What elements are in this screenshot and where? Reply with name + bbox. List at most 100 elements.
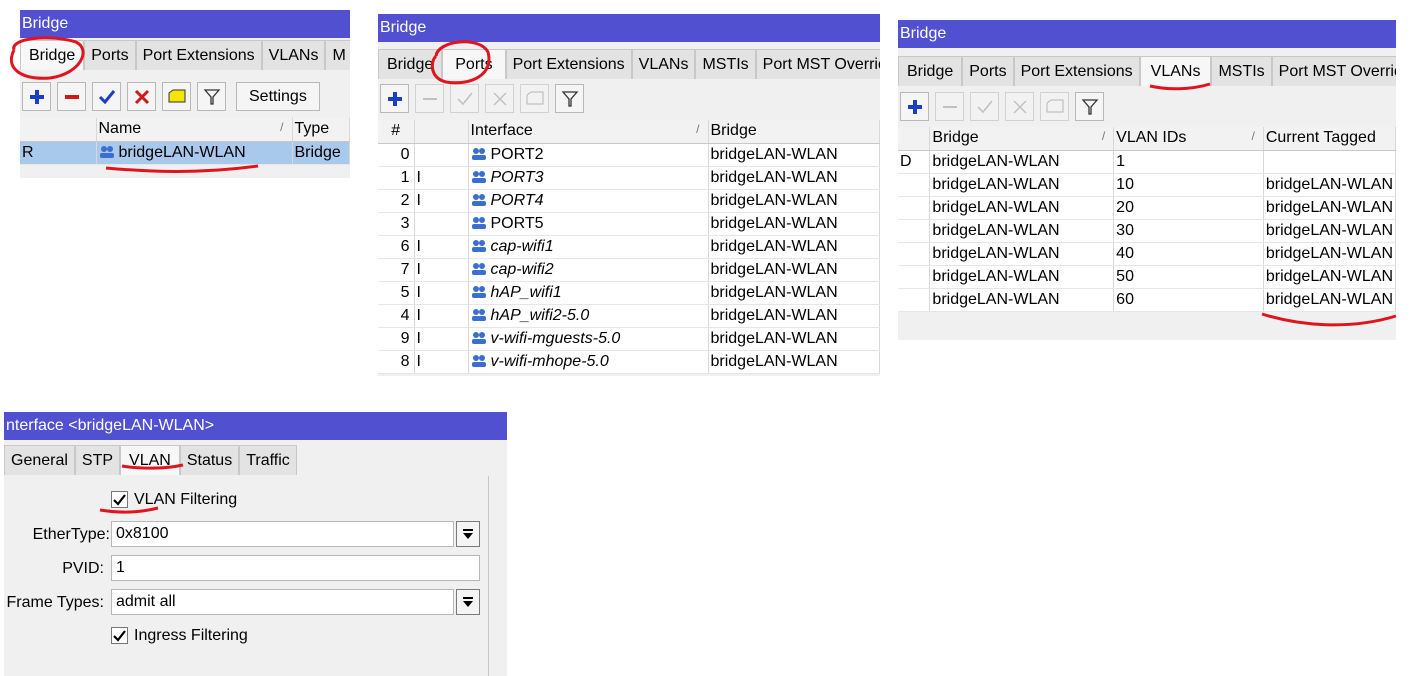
tab-port-mst-override[interactable]: Port MST Override <box>755 49 880 79</box>
settings-button[interactable]: Settings <box>236 82 320 111</box>
add-button[interactable] <box>380 84 409 113</box>
table-row[interactable]: 4 IhAP_wifi2-5.0 bridgeLAN-WLAN <box>378 304 880 328</box>
table-row[interactable]: bridgeLAN-WLAN 60 bridgeLAN-WLAN <box>898 288 1396 312</box>
tab-bridge[interactable]: Bridge <box>378 49 443 79</box>
table-row[interactable]: 9 Iv-wifi-mguests-5.0 bridgeLAN-WLAN <box>378 327 880 351</box>
comment-button[interactable] <box>1040 92 1069 121</box>
window-title: nterface <bridgeLAN-WLAN> <box>4 412 507 440</box>
comment-button[interactable] <box>162 82 191 111</box>
interface-icon <box>471 263 486 276</box>
add-button[interactable] <box>900 92 929 121</box>
row-interface: cap-wifi1 <box>468 235 709 259</box>
column-header-flags[interactable] <box>414 120 469 144</box>
tab-general[interactable]: General <box>4 445 75 475</box>
row-interface-name: hAP_wifi2-5.0 <box>490 306 590 324</box>
tab-status[interactable]: Status <box>179 445 240 475</box>
vlan-filtering-label: VLAN Filtering <box>134 491 238 508</box>
row-interface: v-wifi-mhope-5.0 <box>468 350 709 374</box>
row-interface: hAP_wifi2-5.0 <box>468 304 709 328</box>
tab-port-extensions[interactable]: Port Extensions <box>505 49 632 79</box>
tab-port-extensions[interactable]: Port Extensions <box>1013 56 1140 86</box>
column-header-name[interactable]: Name / <box>96 118 293 142</box>
remove-button[interactable] <box>57 82 86 111</box>
filter-button[interactable] <box>197 82 226 111</box>
tab-port-extensions[interactable]: Port Extensions <box>135 40 262 70</box>
disable-button[interactable] <box>127 82 156 111</box>
table-row[interactable]: 2 I PORT4 bridgeLAN-WLAN <box>378 189 880 213</box>
column-header-number[interactable]: # <box>378 120 415 144</box>
row-bridge: bridgeLAN-WLAN <box>929 288 1115 312</box>
ingress-filtering-checkbox[interactable] <box>111 627 128 644</box>
column-header-flags[interactable] <box>20 118 97 142</box>
row-bridge: bridgeLAN-WLAN <box>708 143 880 167</box>
ethertype-dropdown-button[interactable] <box>456 521 480 547</box>
ethertype-select[interactable]: 0x8100 <box>111 521 454 547</box>
add-button[interactable] <box>22 82 51 111</box>
column-header-bridge[interactable]: Bridge / <box>929 127 1115 151</box>
table-row[interactable]: bridgeLAN-WLAN 40 bridgeLAN-WLAN <box>898 242 1396 266</box>
tab-vlan[interactable]: VLAN <box>120 445 180 475</box>
interface-icon <box>471 286 486 299</box>
row-interface: v-wifi-mguests-5.0 <box>468 327 709 351</box>
tab-vlans[interactable]: VLANs <box>1139 56 1212 86</box>
tab-port-mst-override[interactable]: Port MST Overrid <box>1271 56 1396 86</box>
pvid-field[interactable]: 1 <box>111 555 480 581</box>
tab-ports[interactable]: Ports <box>962 56 1014 86</box>
tab-mstis[interactable]: MSTIs <box>1211 56 1272 86</box>
table-row[interactable]: bridgeLAN-WLAN 50 bridgeLAN-WLAN <box>898 265 1396 289</box>
row-flag <box>898 265 931 289</box>
row-interface-name: PORT4 <box>490 191 544 209</box>
vlan-filtering-checkbox[interactable] <box>111 491 128 508</box>
tab-mstis[interactable]: MSTIs <box>695 49 756 79</box>
table-row[interactable]: 3 PORT5 bridgeLAN-WLAN <box>378 212 880 236</box>
enable-button[interactable] <box>970 92 999 121</box>
table-row[interactable]: bridgeLAN-WLAN 20 bridgeLAN-WLAN <box>898 196 1396 220</box>
tab-more[interactable]: M <box>325 40 350 70</box>
column-header-flags[interactable] <box>898 127 931 151</box>
bridge-ports-window: Bridge Bridge Ports Port Extensions VLAN… <box>378 14 880 376</box>
column-header-bridge[interactable]: Bridge <box>708 120 880 144</box>
tab-vlans[interactable]: VLANs <box>631 49 696 79</box>
frame-types-dropdown-button[interactable] <box>456 589 480 615</box>
add-icon <box>387 91 402 106</box>
filter-button[interactable] <box>555 84 584 113</box>
checkbox-check-icon <box>113 630 126 642</box>
ports-table: # Interface / Bridge 0 PORT2 bridgeLAN-WLAN… <box>378 120 880 374</box>
table-row[interactable]: bridgeLAN-WLAN 10 bridgeLAN-WLAN <box>898 173 1396 197</box>
tab-ports[interactable]: Ports <box>442 49 506 79</box>
table-row[interactable]: DbridgeLAN-WLAN 1 <box>898 150 1396 174</box>
table-row[interactable]: 7 Icap-wifi2 bridgeLAN-WLAN <box>378 258 880 282</box>
enable-button[interactable] <box>450 84 479 113</box>
tab-vlans[interactable]: VLANs <box>261 40 326 70</box>
row-bridge: bridgeLAN-WLAN <box>708 327 880 351</box>
tab-bridge[interactable]: Bridge <box>898 56 963 86</box>
table-row[interactable]: R bridgeLAN-WLAN Bridge <box>20 141 350 165</box>
enable-button[interactable] <box>92 82 121 111</box>
table-header: Name / Type <box>20 118 350 142</box>
remove-button[interactable] <box>935 92 964 121</box>
table-row[interactable]: 6 Icap-wifi1 bridgeLAN-WLAN <box>378 235 880 259</box>
table-row[interactable]: 5 IhAP_wifi1 bridgeLAN-WLAN <box>378 281 880 305</box>
disable-button[interactable] <box>1005 92 1034 121</box>
tab-traffic[interactable]: Traffic <box>239 445 297 475</box>
tab-bridge[interactable]: Bridge <box>20 40 85 70</box>
tab-stp[interactable]: STP <box>74 445 121 475</box>
table-row[interactable]: 0 PORT2 bridgeLAN-WLAN <box>378 143 880 167</box>
column-header-vlan-ids[interactable]: VLAN IDs / <box>1113 127 1264 151</box>
table-row[interactable]: bridgeLAN-WLAN 30 bridgeLAN-WLAN <box>898 219 1396 243</box>
comment-button[interactable] <box>520 84 549 113</box>
filter-button[interactable] <box>1075 92 1104 121</box>
row-vlan-ids: 40 <box>1113 242 1264 266</box>
table-row[interactable]: 1 I PORT3 bridgeLAN-WLAN <box>378 166 880 190</box>
row-flag: R <box>20 141 97 165</box>
remove-button[interactable] <box>415 84 444 113</box>
column-header-current-tagged[interactable]: Current Tagged <box>1263 127 1396 151</box>
disable-button[interactable] <box>485 84 514 113</box>
table-row[interactable]: 8 Iv-wifi-mhope-5.0 bridgeLAN-WLAN <box>378 350 880 374</box>
frame-types-select[interactable]: admit all <box>111 589 454 615</box>
column-header-interface[interactable]: Interface / <box>468 120 709 144</box>
tab-ports[interactable]: Ports <box>84 40 136 70</box>
row-interface: PORT4 <box>468 189 709 213</box>
row-current-tagged: bridgeLAN-WLAN <box>1263 219 1396 243</box>
column-header-type[interactable]: Type <box>292 118 350 142</box>
